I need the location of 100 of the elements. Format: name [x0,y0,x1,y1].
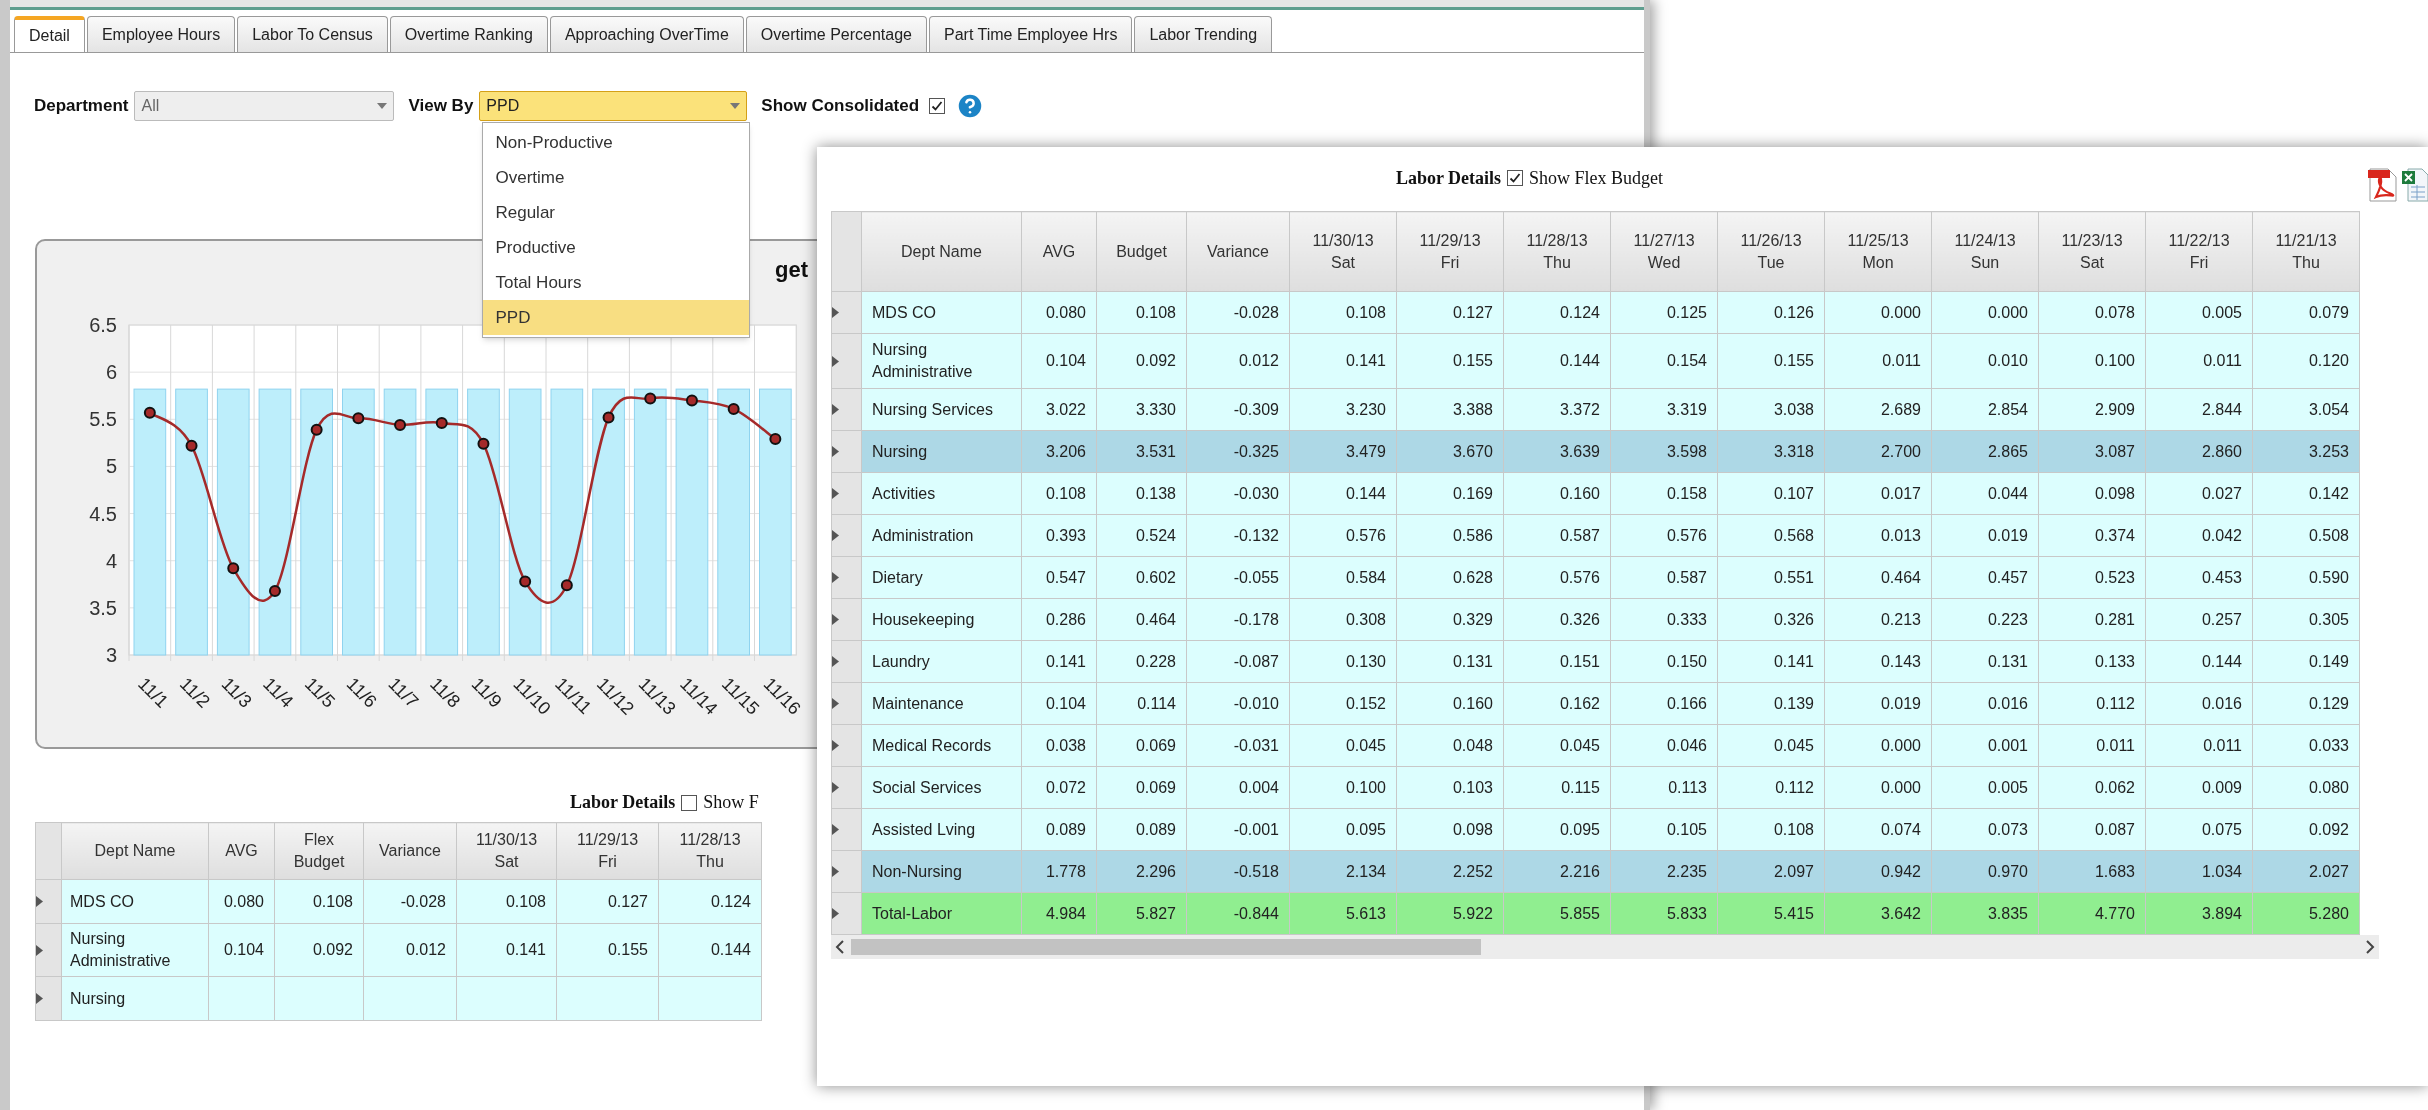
axis-tick-label: 11/4 [259,673,298,712]
table-cell: Nursing Administrative [861,333,1022,389]
table-cell: 0.155 [556,923,659,977]
dropdown-option[interactable]: Regular [483,195,750,230]
table-cell: -0.028 [363,879,457,924]
table-cell: 0.628 [1396,556,1504,599]
table-cell: Nursing Services [861,388,1022,431]
table-cell: Administration [861,514,1022,557]
dropdown-option[interactable]: Productive [483,230,750,265]
table-cell: 0.092 [1096,333,1187,389]
scrollbar-thumb[interactable] [851,939,1481,955]
spreadsheet-icon[interactable] [2402,167,2428,203]
data-point [644,392,657,405]
expand-icon[interactable] [832,866,839,877]
table-cell: 0.942 [1824,850,1932,893]
expand-icon[interactable] [832,572,839,583]
table-cell: 0.004 [1186,766,1290,809]
column-header: 11/29/13 Fri [1396,211,1504,292]
table-cell: 0.547 [1021,556,1097,599]
tab[interactable]: Detail [14,16,85,52]
horizontal-scrollbar[interactable] [831,935,2379,959]
table-cell: 0.016 [1931,682,2039,725]
data-point [769,433,782,446]
table-cell: 0.080 [208,879,275,924]
table-cell: 0.162 [1503,682,1611,725]
table-cell: Assisted Lving [861,808,1022,851]
expand-icon[interactable] [832,355,839,367]
dropdown-field[interactable]: PPD [479,91,748,121]
table-cell: 0.326 [1717,598,1825,641]
table-cell: 0.120 [2252,333,2360,389]
expand-icon[interactable] [832,740,839,751]
table-cell: 0.127 [1396,291,1504,334]
expand-icon[interactable] [832,908,839,919]
expand-icon[interactable] [832,530,839,541]
table-cell: 0.107 [1717,472,1825,515]
dropdown-option[interactable]: Total Hours [483,265,750,300]
table-cell: Dietary [861,556,1022,599]
table-cell: 0.576 [1289,514,1397,557]
dropdown-option[interactable]: PPD [483,300,750,335]
expand-icon[interactable] [36,993,43,1004]
expand-icon[interactable] [36,944,43,956]
expand-icon[interactable] [832,698,839,709]
tab[interactable]: Overtime Ranking [389,16,548,52]
dropdown-field[interactable]: All [134,91,395,121]
table-cell: Nursing [861,430,1022,473]
checkbox[interactable] [929,98,946,114]
table-cell: 0.069 [1096,766,1187,809]
table-cell: 0.133 [2038,640,2146,683]
tab[interactable]: Labor Trending [1134,16,1273,52]
expand-icon[interactable] [832,782,839,793]
table-cell: 3.479 [1289,430,1397,473]
table-cell: 0.092 [2252,808,2360,851]
dropdown-option[interactable]: Overtime [483,160,750,195]
tab[interactable]: Employee Hours [86,16,236,52]
table-cell: 2.854 [1931,388,2039,431]
table-cell: 0.149 [2252,640,2360,683]
expand-icon[interactable] [832,404,839,415]
tab[interactable]: Approaching OverTime [549,16,744,52]
table-cell: 4.770 [2038,892,2146,935]
expand-icon[interactable] [832,307,839,318]
expand-icon[interactable] [832,446,839,457]
table-cell: 0.073 [1931,808,2039,851]
pdf-icon[interactable] [2368,167,2398,203]
expand-icon[interactable] [832,824,839,835]
tab[interactable]: Labor To Census [237,16,388,52]
table-cell: 0.027 [2145,472,2253,515]
expand-icon[interactable] [832,614,839,625]
axis-tick-label: 11/6 [342,673,381,712]
table-cell: Nursing Administrative [61,923,209,977]
table-cell: 0.108 [1289,291,1397,334]
expand-icon[interactable] [36,896,43,907]
axis-tick-label: 11/1 [134,673,173,712]
expand-icon[interactable] [832,488,839,499]
table-cell: 2.909 [2038,388,2146,431]
dropdown-option[interactable]: Non-Productive [483,125,750,160]
table-cell: 0.126 [1717,291,1825,334]
table-cell: 3.054 [2252,388,2360,431]
table-cell: 0.333 [1610,598,1718,641]
tab[interactable]: Overtime Percentage [745,16,927,52]
table-cell: 0.166 [1610,682,1718,725]
table-cell: 0.393 [1021,514,1097,557]
checkbox[interactable] [1507,170,1524,186]
table-cell: 0.129 [2252,682,2360,725]
checkbox[interactable] [681,794,698,811]
table-cell: 0.130 [1289,640,1397,683]
tab[interactable]: Part Time Employee Hrs [929,16,1133,52]
table-cell: 5.833 [1610,892,1718,935]
table-cell: 0.013 [1824,514,1932,557]
table-cell: 3.087 [2038,430,2146,473]
expand-icon[interactable] [832,656,839,667]
table-cell: 0.160 [1396,682,1504,725]
table-cell: 2.134 [1289,850,1397,893]
table-cell: Housekeeping [861,598,1022,641]
table-cell: 3.388 [1396,388,1504,431]
table-cell: 0.568 [1717,514,1825,557]
table-cell: 2.216 [1503,850,1611,893]
data-point [560,579,573,592]
table-cell: Nursing [61,976,209,1021]
table-cell: 0.095 [1289,808,1397,851]
data-point [268,584,281,597]
